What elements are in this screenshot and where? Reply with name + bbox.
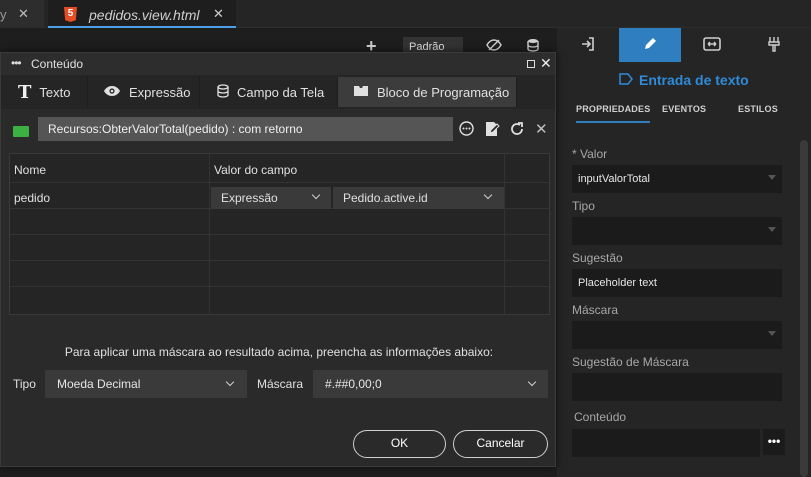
tab-campo-da-tela[interactable]: Campo da Tela xyxy=(200,77,338,107)
chevron-down-icon xyxy=(225,377,235,387)
mask-mascara-label: Máscara xyxy=(257,377,304,391)
properties-tabs: PROPRIEDADES EVENTOS ESTILOS xyxy=(557,100,811,124)
more-options-icon[interactable] xyxy=(459,121,474,139)
editor-tab-bar: y ✕ 5 pedidos.view.html ✕ xyxy=(0,0,811,28)
grid-row-name: pedido xyxy=(14,191,51,205)
dialog-body: Recursos:ObterValorTotal(pedido) : com r… xyxy=(1,109,555,466)
edit-mode-button[interactable] xyxy=(619,28,681,62)
enter-mode-button[interactable] xyxy=(557,28,619,62)
tab-properties[interactable]: PROPRIEDADES xyxy=(576,104,651,123)
grid-row-value-select[interactable]: Pedido.active.id xyxy=(333,187,504,209)
database-icon xyxy=(217,83,229,101)
chevron-down-icon xyxy=(527,377,537,387)
mask-mascara-value: #.##0,00;0 xyxy=(325,377,382,391)
tab-events[interactable]: EVENTOS xyxy=(662,104,706,114)
valor-select[interactable]: inputValorTotal xyxy=(572,165,782,193)
grid-header-value: Valor do campo xyxy=(214,163,298,177)
drag-handle-icon[interactable]: ••• xyxy=(11,56,22,70)
grid-row-type-select[interactable]: Expressão xyxy=(211,187,331,209)
sugestao-input[interactable]: Placeholder text xyxy=(572,269,782,297)
sign-in-icon xyxy=(580,36,596,55)
tab-texto-label: Texto xyxy=(39,84,71,100)
grid-header-name: Nome xyxy=(14,163,47,177)
mascara-label: Máscara xyxy=(572,303,619,317)
chevron-down-icon xyxy=(768,227,776,232)
sugestao-mascara-label: Sugestão de Máscara xyxy=(572,355,689,369)
conteudo-label: Conteúdo xyxy=(574,410,627,424)
tab-bloco-de-programacao[interactable]: Bloco de Programação xyxy=(338,77,517,107)
mask-tipo-value: Moeda Decimal xyxy=(57,377,141,391)
tab-texto[interactable]: T Texto xyxy=(1,77,88,107)
tab-styles[interactable]: ESTILOS xyxy=(738,104,778,114)
close-icon[interactable]: ✕ xyxy=(18,6,29,22)
tipo-select[interactable] xyxy=(572,217,782,245)
tag-icon xyxy=(619,72,633,88)
mask-tipo-label: Tipo xyxy=(13,377,36,391)
block-icon xyxy=(353,85,369,100)
dialog-tabs: T Texto Expressão Campo da Tela Bloco de… xyxy=(1,77,555,107)
pencil-icon xyxy=(642,36,658,55)
chevron-down-icon xyxy=(768,175,776,180)
text-icon: T xyxy=(18,81,32,103)
brush-icon xyxy=(767,36,781,55)
tab-campo-da-tela-label: Campo da Tela xyxy=(237,84,325,100)
tab-bloco-label: Bloco de Programação xyxy=(377,84,510,100)
close-icon[interactable]: ✕ xyxy=(540,55,552,72)
style-mode-button[interactable] xyxy=(743,28,805,62)
refresh-icon[interactable] xyxy=(509,121,525,140)
dialog-header[interactable]: ••• Conteúdo ✕ xyxy=(1,53,555,75)
component-title: Entrada de texto xyxy=(619,72,749,88)
tab-expressao[interactable]: Expressão xyxy=(88,77,200,107)
parameters-grid: Nome Valor do campo pedido Expressão Ped… xyxy=(9,153,550,315)
valor-value: inputValorTotal xyxy=(578,173,650,185)
sugestao-mascara-input[interactable] xyxy=(572,373,782,401)
sugestao-label: Sugestão xyxy=(572,251,623,265)
mask-mascara-select[interactable]: #.##0,00;0 xyxy=(313,370,548,398)
resize-mode-button[interactable] xyxy=(681,28,743,62)
component-title-label: Entrada de texto xyxy=(639,72,749,88)
mask-tipo-select[interactable]: Moeda Decimal xyxy=(45,370,247,398)
ok-button[interactable]: OK xyxy=(353,430,446,458)
panel-scrollbar[interactable] xyxy=(800,140,808,477)
html5-icon: 5 xyxy=(64,7,77,22)
edit-document-icon[interactable] xyxy=(484,121,500,140)
properties-panel: Entrada de texto PROPRIEDADES EVENTOS ES… xyxy=(557,28,811,477)
eye-icon xyxy=(103,85,121,100)
mascara-select[interactable] xyxy=(572,321,782,349)
editor-tab-previous[interactable]: y ✕ xyxy=(0,0,44,28)
valor-label: * Valor xyxy=(572,147,608,161)
editor-tab-active[interactable]: 5 pedidos.view.html ✕ xyxy=(48,0,236,28)
mask-hint: Para aplicar uma máscara ao resultado ac… xyxy=(64,345,494,359)
content-dialog: ••• Conteúdo ✕ T Texto Expressão Campo d… xyxy=(0,52,556,467)
chevron-down-icon xyxy=(311,190,321,200)
close-icon[interactable]: ✕ xyxy=(213,6,224,22)
editor-tab-label: pedidos.view.html xyxy=(89,7,200,23)
editor-tab-previous-label: y xyxy=(0,7,7,22)
conteudo-more-button[interactable]: ••• xyxy=(763,429,785,455)
chevron-down-icon xyxy=(768,331,776,336)
grid-row-value: Pedido.active.id xyxy=(343,191,428,205)
chevron-down-icon xyxy=(483,190,493,200)
arrows-horizontal-icon xyxy=(703,36,721,54)
clear-icon[interactable]: ✕ xyxy=(535,120,548,138)
tipo-label: Tipo xyxy=(572,199,595,213)
panel-mode-buttons xyxy=(557,28,811,62)
dialog-title: Conteúdo xyxy=(31,57,84,71)
expression-field[interactable]: Recursos:ObterValorTotal(pedido) : com r… xyxy=(38,117,453,141)
sugestao-value: Placeholder text xyxy=(578,277,657,289)
cancel-button[interactable]: Cancelar xyxy=(453,430,548,458)
grid-row-type-value: Expressão xyxy=(221,191,278,205)
maximize-icon[interactable] xyxy=(527,60,535,68)
programming-block-icon xyxy=(13,126,29,137)
conteudo-input[interactable] xyxy=(572,429,760,457)
tab-expressao-label: Expressão xyxy=(129,84,191,100)
